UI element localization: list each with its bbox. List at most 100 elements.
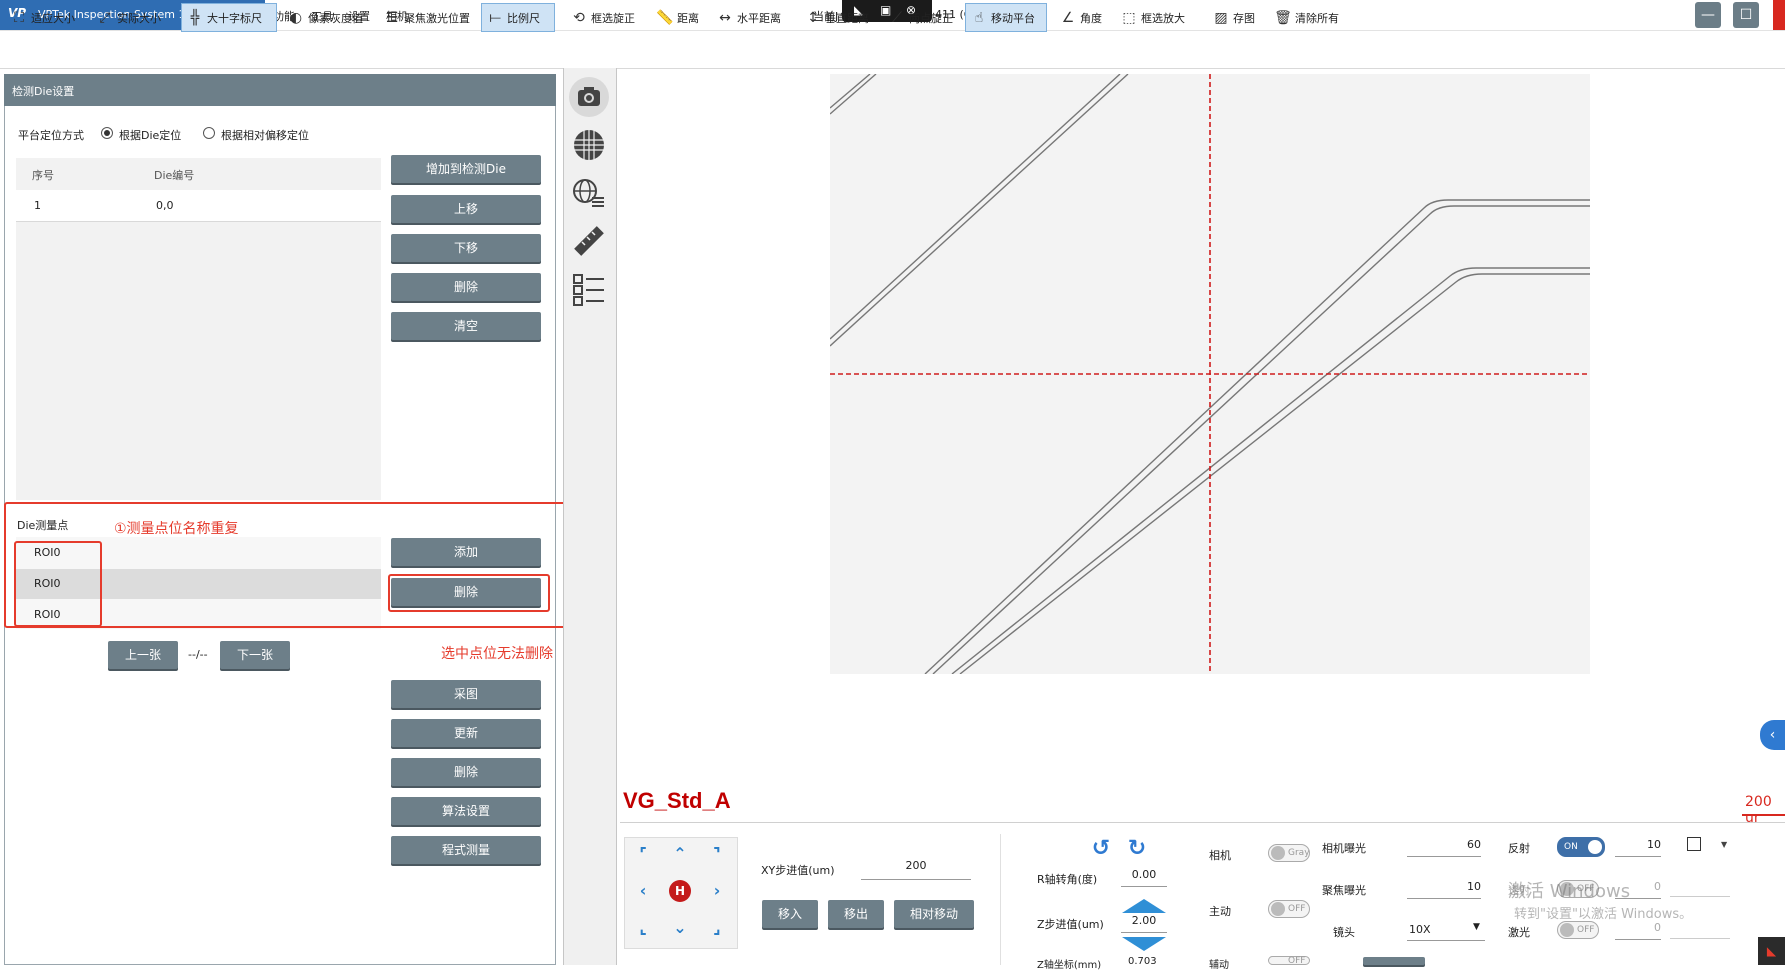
focus-laser-button[interactable]: ☰ 聚焦激光位置	[379, 3, 479, 32]
scale-bar-button[interactable]: ⟝ 比例尺	[481, 3, 555, 32]
reflect-value-field[interactable]: 10	[1615, 838, 1661, 857]
prev-page-button[interactable]: 上一张	[108, 641, 178, 669]
delete-die-button[interactable]: 删除	[391, 273, 541, 301]
lens-apply-button[interactable]	[1363, 957, 1425, 965]
main-toggle[interactable]: OFF	[1268, 900, 1310, 918]
expand-panel-button[interactable]: ‹	[1760, 720, 1785, 750]
jog-down-left-button[interactable]: ⌞	[630, 915, 656, 941]
annotation-duplicate-names: ①测量点位名称重复	[114, 521, 239, 537]
save-image-icon: ▨	[1214, 9, 1228, 26]
lens-select[interactable]: 10X ▼	[1407, 920, 1485, 941]
horizontal-distance-button[interactable]: ↔ 水平距离	[712, 3, 788, 32]
maximize-button[interactable]: ☐	[1733, 2, 1759, 28]
cam-exposure-field[interactable]: 60	[1407, 838, 1481, 857]
crosshair-icon: ╬	[190, 9, 200, 26]
move-stage-button[interactable]: ☝ 移动平台	[965, 3, 1047, 32]
update-button[interactable]: 更新	[391, 719, 541, 747]
table-row[interactable]: 1 0,0	[16, 190, 381, 222]
close-button-edge[interactable]	[1773, 0, 1785, 30]
z-up-button[interactable]	[1122, 899, 1166, 913]
radio-die-label[interactable]: 根据Die定位	[119, 127, 181, 143]
chevron-down-icon: ▼	[1473, 922, 1480, 932]
col-index: 序号	[32, 169, 54, 182]
clear-die-button[interactable]: 清空	[391, 312, 541, 340]
actual-size-button[interactable]: ⤢ 实际大小	[92, 3, 172, 32]
panel-title: 检测Die设置	[12, 85, 75, 98]
laser-dropdown[interactable]	[1670, 938, 1730, 939]
home-button[interactable]: H	[669, 880, 691, 902]
transmit-dropdown[interactable]	[1670, 896, 1730, 897]
laser-toggle[interactable]: OFF	[1557, 921, 1599, 939]
camera-label: 相机	[1209, 849, 1231, 862]
algorithm-settings-button[interactable]: 算法设置	[391, 797, 541, 825]
z-step-field[interactable]: 2.00	[1121, 914, 1167, 933]
jog-up-left-button[interactable]: ⌜	[630, 841, 656, 867]
z-coord-value: 0.703	[1128, 956, 1157, 967]
radio-die-positioning[interactable]	[101, 127, 113, 139]
hand-icon: ☝	[974, 9, 984, 26]
rotate-cw-icon[interactable]: ↻	[1124, 836, 1150, 862]
reflect-checkbox[interactable]	[1687, 837, 1701, 851]
rotate-ccw-icon[interactable]: ↺	[1088, 836, 1114, 862]
capture-button[interactable]: 采图	[391, 680, 541, 708]
reflect-toggle[interactable]: ON	[1557, 837, 1605, 857]
move-in-button[interactable]: 移入	[762, 900, 818, 928]
pixel-gray-button[interactable]: ◐ 像素灰度值	[283, 3, 371, 32]
page-indicator: --/--	[188, 648, 208, 661]
panel-header: 检测Die设置	[4, 74, 556, 106]
program-measure-button[interactable]: 程式测量	[391, 836, 541, 864]
ruler-tool-icon[interactable]	[568, 220, 610, 262]
z-down-button[interactable]	[1122, 937, 1166, 951]
minimize-button[interactable]: —	[1695, 2, 1721, 28]
radio-offset-positioning[interactable]	[203, 127, 215, 139]
two-point-rotate-button[interactable]: ⟋ 两点旋正	[884, 3, 960, 32]
zoom-select-button[interactable]: ⬚ 框选放大	[1116, 3, 1192, 32]
cam-exposure-label: 相机曝光	[1322, 842, 1366, 855]
relative-move-button[interactable]: 相对移动	[894, 900, 974, 928]
scale-bar	[1742, 814, 1785, 816]
divider	[620, 822, 1785, 823]
globe-list-icon[interactable]	[568, 172, 610, 214]
jog-down-button[interactable]: ⌄	[667, 915, 693, 941]
chevron-down-icon[interactable]: ▼	[1721, 840, 1727, 849]
vertical-distance-button[interactable]: ↕ 垂直距离	[800, 3, 876, 32]
jog-up-right-button[interactable]: ⌝	[704, 841, 730, 867]
distance-button[interactable]: 📏 距离	[652, 3, 706, 32]
laser-icon: ☰	[385, 9, 399, 26]
inspection-image[interactable]	[829, 73, 1590, 675]
r-angle-field[interactable]: 0.00	[1121, 868, 1167, 887]
move-out-button[interactable]: 移出	[828, 900, 884, 928]
select-rotate-button[interactable]: ⟲ 框选旋正	[566, 3, 642, 32]
xy-step-field[interactable]: 200	[861, 859, 971, 880]
focus-exposure-label: 聚焦曝光	[1322, 884, 1366, 897]
laser-value-field[interactable]: 0	[1615, 921, 1661, 940]
move-down-button[interactable]: 下移	[391, 234, 541, 262]
checklist-icon[interactable]	[568, 268, 610, 310]
add-to-die-button[interactable]: 增加到检测Die	[391, 155, 541, 183]
jog-right-button[interactable]: ›	[704, 878, 730, 904]
angle-button[interactable]: ∠ 角度	[1055, 3, 1107, 32]
move-up-button[interactable]: 上移	[391, 195, 541, 223]
clear-all-button[interactable]: 🗑 清除所有	[1270, 3, 1346, 32]
delete-button[interactable]: 删除	[391, 758, 541, 786]
save-image-button[interactable]: ▨ 存图	[1208, 3, 1260, 32]
col-die-number: Die编号	[154, 169, 195, 182]
aux-label: 辅动	[1209, 960, 1229, 971]
jog-up-button[interactable]: ⌃	[667, 841, 693, 867]
tray-icon[interactable]: ◣	[1758, 937, 1785, 965]
fit-size-button[interactable]: ⛶ 适应大小	[6, 3, 86, 32]
recipe-name: VG_Std_A	[623, 788, 731, 813]
zoom-select-icon: ⬚	[1122, 9, 1136, 26]
camera-gray-toggle[interactable]: Gray	[1268, 844, 1310, 862]
aux-toggle[interactable]: OFF	[1268, 956, 1310, 966]
camera-icon[interactable]	[568, 76, 610, 118]
next-page-button[interactable]: 下一张	[220, 641, 290, 669]
big-crosshair-button[interactable]: ╬ 大十字标尺	[181, 3, 277, 32]
radio-offset-label[interactable]: 根据相对偏移定位	[221, 127, 309, 143]
focus-exposure-field[interactable]: 10	[1407, 880, 1481, 899]
jog-down-right-button[interactable]: ⌟	[704, 915, 730, 941]
rotate-select-icon: ⟲	[573, 9, 585, 26]
z-coord-label: Z轴坐标(mm)	[1037, 960, 1102, 971]
jog-left-button[interactable]: ‹	[630, 878, 656, 904]
grid-globe-icon[interactable]	[568, 124, 610, 166]
